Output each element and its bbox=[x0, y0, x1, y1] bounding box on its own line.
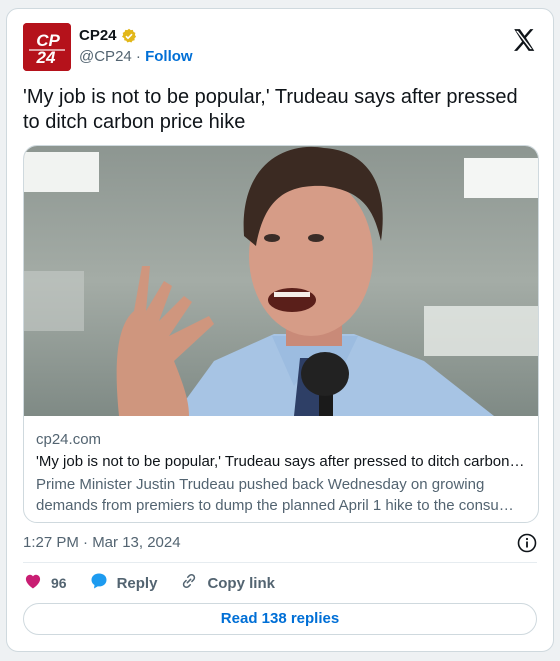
link-title: 'My job is not to be popular,' Trudeau s… bbox=[36, 453, 526, 470]
link-domain: cp24.com bbox=[36, 431, 102, 448]
tweet-header: CP 24 CP24 @CP24 · Follow bbox=[23, 23, 537, 73]
info-icon[interactable] bbox=[517, 533, 537, 553]
tweet-embed-card: CP 24 CP24 @CP24 · Follow 'My job is not… bbox=[6, 8, 554, 652]
link-meta: cp24.com 'My job is not to be popular,' … bbox=[36, 430, 526, 516]
separator: · bbox=[135, 48, 141, 65]
heart-icon bbox=[23, 571, 43, 596]
divider bbox=[23, 562, 537, 563]
copy-link-button[interactable]: Copy link bbox=[179, 571, 275, 596]
action-bar: 96 Reply Copy link bbox=[23, 571, 297, 595]
display-name[interactable]: CP24 bbox=[79, 27, 117, 44]
timestamp[interactable]: 1:27 PM · Mar 13, 2024 bbox=[23, 534, 181, 551]
like-count: 96 bbox=[51, 575, 67, 591]
reply-label: Reply bbox=[116, 574, 158, 592]
reply-bubble-icon bbox=[89, 571, 109, 596]
account-info: CP24 @CP24 · Follow bbox=[79, 27, 193, 65]
link-description: Prime Minister Justin Trudeau pushed bac… bbox=[36, 476, 525, 514]
timestamp-row: 1:27 PM · Mar 13, 2024 bbox=[23, 531, 537, 555]
link-icon bbox=[179, 571, 199, 596]
avatar[interactable]: CP 24 bbox=[23, 23, 71, 71]
tweet-text: 'My job is not to be popular,' Trudeau s… bbox=[23, 86, 518, 133]
read-replies-button[interactable]: Read 138 replies bbox=[23, 603, 537, 635]
link-preview-card[interactable]: cp24.com 'My job is not to be popular,' … bbox=[23, 145, 539, 523]
handle[interactable]: @CP24 bbox=[79, 48, 132, 65]
handle-row: @CP24 · Follow bbox=[79, 48, 193, 65]
follow-link[interactable]: Follow bbox=[145, 48, 193, 65]
verified-badge-icon bbox=[121, 28, 137, 44]
copy-link-label: Copy link bbox=[207, 574, 275, 592]
reply-button[interactable]: Reply bbox=[89, 571, 158, 596]
like-button[interactable]: 96 bbox=[23, 571, 67, 596]
x-logo-icon[interactable] bbox=[511, 27, 537, 53]
photo-of-speaker-icon bbox=[24, 146, 538, 416]
cp24-logo-icon: CP 24 bbox=[23, 23, 71, 71]
